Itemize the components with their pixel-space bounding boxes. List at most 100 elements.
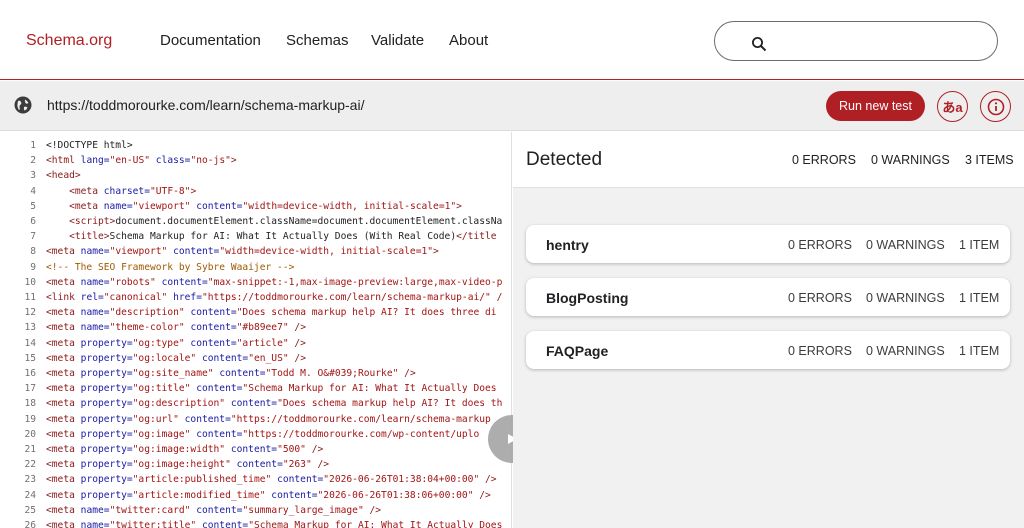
nav-documentation[interactable]: Documentation (160, 32, 261, 49)
url-bar: https://toddmorourke.com/learn/schema-ma… (0, 81, 1024, 131)
item-count: 1 ITEM (959, 344, 1000, 358)
line-code: <title>Schema Markup for AI: What It Act… (69, 231, 497, 243)
line-code: <script>document.documentElement.classNa… (69, 216, 503, 227)
code-line: 14 <meta property="og:type" content="arti… (0, 336, 511, 351)
item-errors: 0 ERRORS (788, 291, 852, 305)
line-number: 25 (24, 504, 36, 516)
detected-title: Detected (526, 149, 603, 170)
line-number: 4 (30, 185, 36, 197)
line-number: 12 (24, 307, 36, 319)
nav-validate[interactable]: Validate (371, 32, 424, 49)
run-new-test-button[interactable]: Run new test (826, 91, 925, 121)
line-number: 23 (24, 474, 36, 486)
code-line: 16 <meta property="og:site_name" content=… (0, 366, 511, 381)
item-warnings: 0 WARNINGS (866, 238, 945, 252)
line-code: <meta property="og:type" content="articl… (46, 337, 306, 349)
code-line: 12 <meta name="description" content="Does… (0, 305, 511, 320)
item-warnings: 0 WARNINGS (866, 344, 945, 358)
search-input[interactable] (777, 30, 977, 54)
search-icon[interactable] (751, 36, 767, 52)
detected-item-hentry[interactable]: hentry 0 ERRORS 0 WARNINGS 1 ITEM (526, 225, 1010, 263)
nav-about[interactable]: About (449, 32, 488, 49)
line-number: 14 (24, 337, 36, 349)
detected-item-faqpage[interactable]: FAQPage 0 ERRORS 0 WARNINGS 1 ITEM (526, 331, 1010, 369)
code-line: 19 <meta property="og:url" content="https… (0, 412, 511, 427)
line-code: <html lang="en-US" class="no-js"> (46, 155, 237, 167)
warnings-count: 0 WARNINGS (871, 153, 950, 167)
code-line: 23 <meta property="article:published_time… (0, 472, 511, 487)
line-code: <meta property="article:modified_time" c… (46, 489, 491, 501)
line-code: <meta property="og:url" content="https:/… (46, 413, 491, 425)
item-errors: 0 ERRORS (788, 344, 852, 358)
line-number: 2 (30, 155, 36, 167)
code-line: 18 <meta property="og:description" conten… (0, 396, 511, 411)
info-icon (987, 98, 1004, 115)
line-code: <meta property="og:image:width" content=… (46, 444, 324, 455)
line-number: 11 (24, 292, 36, 303)
code-line: 20 <meta property="og:image" content="htt… (0, 427, 511, 442)
nav-schemas[interactable]: Schemas (286, 32, 349, 49)
line-number: 13 (24, 322, 36, 334)
line-code: <meta property="og:image" content="https… (46, 428, 480, 440)
line-number: 19 (24, 413, 36, 425)
item-name: hentry (546, 237, 589, 253)
line-number: 17 (24, 383, 36, 395)
line-number: 16 (24, 368, 36, 379)
line-number: 18 (24, 398, 36, 410)
detected-panel: Detected 0 ERRORS 0 WARNINGS 3 ITEMS hen… (513, 132, 1024, 528)
line-number: 21 (24, 444, 36, 455)
line-number: 3 (30, 170, 36, 182)
code-line: 9 <!-- The SEO Framework by Sybre Waaijer… (0, 260, 511, 275)
code-line: 13 <meta name="theme-color" content="#b89… (0, 320, 511, 335)
line-code: <meta name="twitter:title" content="Sche… (46, 520, 503, 528)
line-number: 5 (30, 200, 36, 212)
line-number: 8 (30, 246, 36, 258)
code-line: 11 <link rel="canonical" href="https://to… (0, 290, 511, 305)
search-box[interactable] (714, 21, 998, 61)
errors-count: 0 ERRORS (792, 153, 856, 167)
line-number: 20 (24, 428, 36, 440)
schema-org-logo[interactable]: Schema.org (26, 32, 112, 50)
item-name: BlogPosting (546, 290, 629, 306)
code-line: 26 <meta name="twitter:title" content="Sc… (0, 518, 511, 528)
line-code: <meta name="theme-color" content="#b89ee… (46, 322, 306, 334)
items-count: 3 ITEMS (965, 153, 1014, 167)
line-number: 9 (30, 261, 36, 273)
code-line: 5 <meta name="viewport" content="width=d… (0, 199, 511, 214)
line-number: 6 (30, 216, 36, 227)
code-line: 6 <script>document.documentElement.class… (0, 214, 511, 229)
line-code: <head> (46, 170, 81, 182)
line-code: <meta property="og:site_name" content="T… (46, 368, 416, 379)
code-line: 1 <!DOCTYPE html> (0, 138, 511, 153)
line-code: <meta name="twitter:card" content="summa… (46, 504, 382, 516)
line-code: <meta name="robots" content="max-snippet… (46, 276, 503, 288)
line-code: <meta property="article:published_time" … (46, 474, 497, 486)
line-code: <!-- The SEO Framework by Sybre Waaijer … (46, 261, 295, 273)
line-code: <meta property="og:description" content=… (46, 398, 503, 410)
detected-item-blogposting[interactable]: BlogPosting 0 ERRORS 0 WARNINGS 1 ITEM (526, 278, 1010, 316)
item-count: 1 ITEM (959, 238, 1000, 252)
item-name: FAQPage (546, 343, 609, 359)
line-code: <meta name="viewport" content="width=dev… (69, 200, 462, 212)
line-code: <meta property="og:locale" content="en_U… (46, 352, 306, 364)
line-code: <meta charset="UTF-8"> (69, 185, 197, 197)
item-warnings: 0 WARNINGS (866, 291, 945, 305)
item-count: 1 ITEM (959, 291, 1000, 305)
code-line: 10 <meta name="robots" content="max-snipp… (0, 275, 511, 290)
line-number: 15 (24, 352, 36, 364)
code-line: 22 <meta property="og:image:height" conte… (0, 457, 511, 472)
source-code-panel[interactable]: 1 <!DOCTYPE html> 2 <html lang="en-US" clas… (0, 132, 512, 528)
language-button[interactable]: あa (937, 91, 968, 122)
detected-header: Detected 0 ERRORS 0 WARNINGS 3 ITEMS (513, 132, 1024, 188)
line-code: <link rel="canonical" href="https://todd… (46, 292, 503, 303)
code-line: 8 <meta name="viewport" content="width=de… (0, 244, 511, 259)
code-line: 25 <meta name="twitter:card" content="sum… (0, 503, 511, 518)
tested-url[interactable]: https://toddmorourke.com/learn/schema-ma… (47, 97, 364, 113)
code-line: 3 <head> (0, 168, 511, 183)
line-number: 1 (30, 140, 36, 151)
globe-icon (14, 96, 32, 114)
code-line: 17 <meta property="og:title" content="Sch… (0, 381, 511, 396)
code-line: 21 <meta property="og:image:width" conten… (0, 442, 511, 457)
line-number: 7 (30, 231, 36, 243)
info-button[interactable] (980, 91, 1011, 122)
